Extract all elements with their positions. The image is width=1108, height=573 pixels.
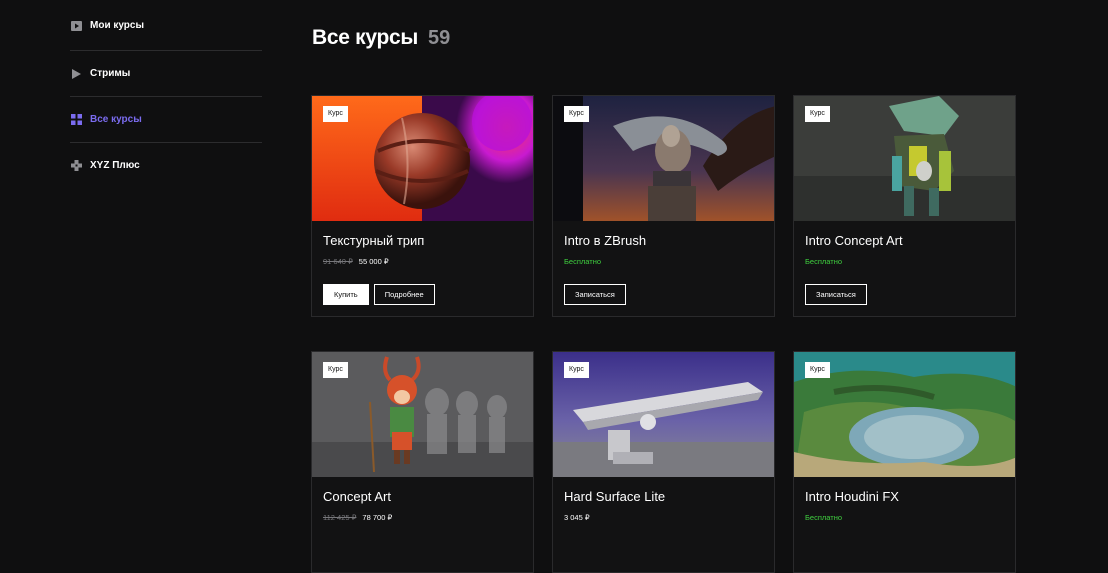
- current-price: 55 000 ₽: [358, 257, 389, 266]
- course-title[interactable]: Hard Surface Lite: [564, 489, 665, 504]
- course-title[interactable]: Intro в ZBrush: [564, 233, 646, 248]
- course-card[interactable]: Курс Текстурный трип 91 640 ₽ 55 000 ₽ К…: [311, 95, 534, 317]
- old-price: 112 425 ₽: [323, 513, 357, 522]
- free-label: Бесплатно: [805, 257, 843, 266]
- enroll-button[interactable]: Записаться: [564, 284, 626, 305]
- sidebar-item-label: XYZ Плюс: [90, 160, 140, 171]
- play-box-icon: [70, 20, 82, 32]
- sidebar-item-streams[interactable]: Стримы: [70, 51, 262, 97]
- course-type-badge: Курс: [323, 106, 348, 122]
- sidebar-item-my-courses[interactable]: Мои курсы: [70, 20, 262, 51]
- course-type-badge: Курс: [805, 362, 830, 378]
- play-triangle-icon: [70, 68, 82, 80]
- grid-icon: [70, 114, 82, 126]
- course-title[interactable]: Текстурный трип: [323, 233, 424, 248]
- page-title: Все курсы: [312, 26, 419, 49]
- price-row: Бесплатно: [805, 257, 842, 266]
- course-title[interactable]: Concept Art: [323, 489, 391, 504]
- price-row: Бесплатно: [564, 257, 601, 266]
- enroll-button[interactable]: Записаться: [805, 284, 867, 305]
- free-label: Бесплатно: [564, 257, 602, 266]
- current-price: 3 045 ₽: [564, 513, 590, 522]
- page-header: Все курсы 59: [312, 26, 450, 50]
- price-row: 91 640 ₽ 55 000 ₽: [323, 257, 389, 266]
- course-card[interactable]: Курс Hard Surface Lite 3 045 ₽: [552, 351, 775, 573]
- course-type-badge: Курс: [564, 106, 589, 122]
- course-card[interactable]: Курс Concept Art 112 425 ₽ 78 700 ₽: [311, 351, 534, 573]
- price-row: 3 045 ₽: [564, 513, 590, 522]
- sidebar-item-all-courses[interactable]: Все курсы: [70, 97, 262, 143]
- card-actions: Купить Подробнее: [323, 284, 435, 305]
- course-card[interactable]: Курс Intro Concept Art Бесплатно Записат…: [793, 95, 1016, 317]
- sidebar-item-label: Стримы: [90, 68, 131, 79]
- course-count: 59: [428, 27, 451, 49]
- gamepad-icon: [70, 160, 82, 172]
- course-title[interactable]: Intro Concept Art: [805, 233, 903, 248]
- details-button[interactable]: Подробнее: [373, 284, 435, 305]
- old-price: 91 640 ₽: [323, 257, 353, 266]
- sidebar-item-xyz-plus[interactable]: XYZ Плюс: [70, 143, 262, 188]
- sidebar-item-label: Мои курсы: [90, 20, 145, 31]
- card-actions: Записаться: [805, 284, 867, 305]
- course-type-badge: Курс: [323, 362, 348, 378]
- course-type-badge: Курс: [564, 362, 589, 378]
- course-card[interactable]: Курс Intro в ZBrush Бесплатно Записаться: [552, 95, 775, 317]
- buy-button[interactable]: Купить: [323, 284, 369, 305]
- sidebar: Мои курсы Стримы Все курсы XYZ Плюс: [70, 20, 262, 188]
- course-title[interactable]: Intro Houdini FX: [805, 489, 899, 504]
- current-price: 78 700 ₽: [362, 513, 393, 522]
- sidebar-item-label: Все курсы: [90, 114, 142, 125]
- free-label: Бесплатно: [805, 513, 843, 522]
- course-type-badge: Курс: [805, 106, 830, 122]
- price-row: Бесплатно: [805, 513, 842, 522]
- card-actions: Записаться: [564, 284, 626, 305]
- price-row: 112 425 ₽ 78 700 ₽: [323, 513, 392, 522]
- course-card[interactable]: Курс Intro Houdini FX Бесплатно: [793, 351, 1016, 573]
